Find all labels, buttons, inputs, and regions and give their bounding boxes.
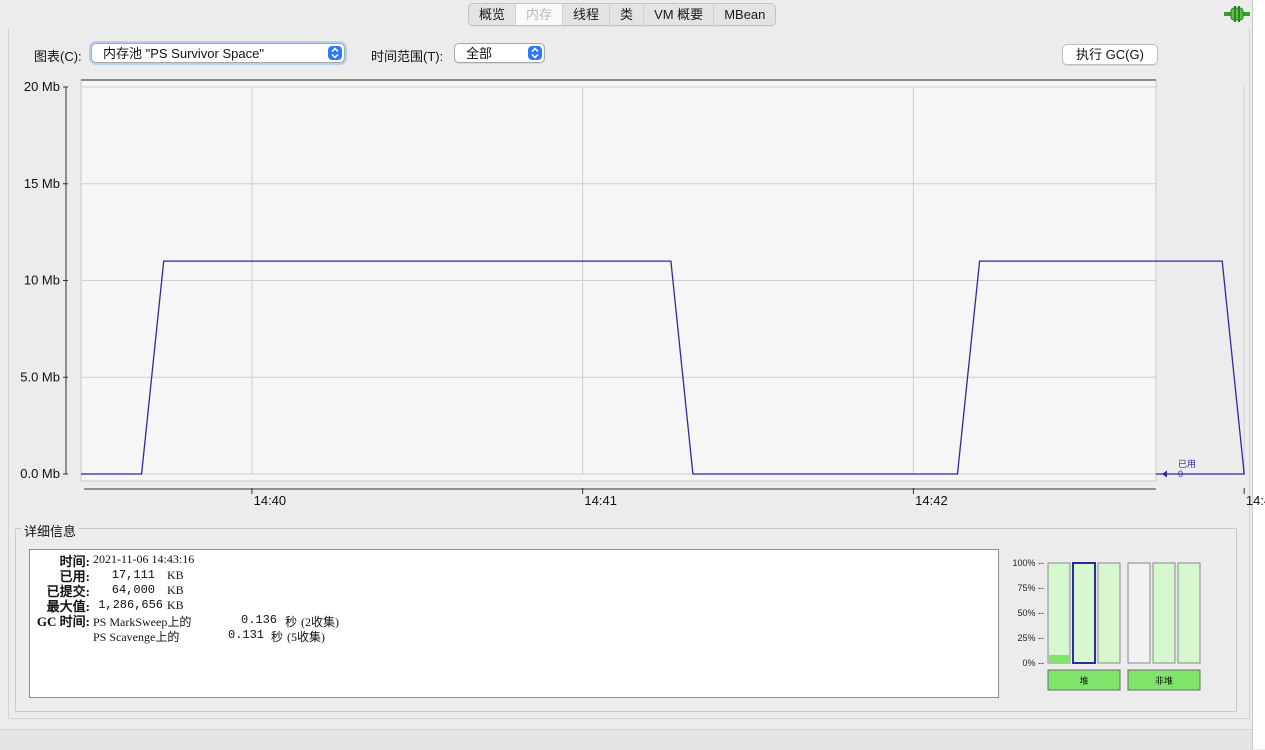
percent-tick-label: 75% -- <box>1017 583 1044 593</box>
heap-bar-fill <box>1049 655 1070 663</box>
detail-key-gc-time: GC 时间: <box>36 614 90 629</box>
legend-value: 0 <box>1178 469 1183 479</box>
bottom-strip <box>0 729 1252 750</box>
y-tick-label: 15 Mb <box>24 176 60 191</box>
gc-count-scavenge: (5收集) <box>287 630 325 644</box>
heap-label: 堆 <box>1079 676 1088 686</box>
percent-tick-label: 0% -- <box>1022 658 1044 668</box>
x-tick-label: 14:41 <box>584 493 617 508</box>
nonheap-bar <box>1127 562 1151 664</box>
nonheap-bar <box>1152 562 1176 664</box>
detail-unit-max: KB <box>167 598 184 612</box>
detail-value-committed: 64,000 <box>111 583 155 597</box>
heap-bar <box>1097 562 1121 664</box>
y-tick-label: 0.0 Mb <box>20 466 60 481</box>
y-tick-label: 20 Mb <box>24 79 60 94</box>
detail-value-max: 1,286,656 <box>98 598 163 612</box>
details-box: 时间: 2021-11-06 14:43:16 已用: 17,111 KB 已提… <box>29 549 999 698</box>
gc-unit-scavenge: 秒 <box>271 630 284 644</box>
x-tick-label: 14:40 <box>254 493 287 508</box>
gc-name-scavenge: PS Scavenge上的 <box>93 630 180 644</box>
legend-label: 已用 <box>1178 459 1196 469</box>
y-tick-label: 5.0 Mb <box>20 369 60 384</box>
heap-bar <box>1047 562 1071 664</box>
detail-unit-used: KB <box>167 568 184 582</box>
heap-bar <box>1072 562 1096 664</box>
detail-value-time: 2021-11-06 14:43:16 <box>93 552 195 566</box>
detail-value-used: 17,111 <box>111 568 155 582</box>
x-tick-label: 14:42 <box>915 493 948 508</box>
nonheap-bar <box>1177 562 1201 664</box>
legend-marker-icon <box>1162 470 1167 478</box>
percent-tick-label: 25% -- <box>1017 633 1044 643</box>
memory-chart: 20 Mb 15 Mb 10 Mb 5.0 Mb 0.0 Mb 14:40 14:41 14:… <box>20 79 1265 508</box>
detail-unit-committed: KB <box>167 583 184 597</box>
gc-time-marksweep: 0.136 <box>241 613 278 627</box>
y-tick-label: 10 Mb <box>24 273 60 288</box>
memory-usage-bars: 100% -- 75% -- 50% -- 25% -- 0% -- 堆 非堆 <box>1012 558 1201 691</box>
details-title: 详细信息 <box>21 521 80 540</box>
x-tick-label: 14:43 <box>1246 493 1265 508</box>
gc-time-scavenge: 0.131 <box>228 628 265 642</box>
nonheap-label: 非堆 <box>1155 675 1173 686</box>
percent-tick-label: 50% -- <box>1017 608 1044 618</box>
percent-tick-label: 100% -- <box>1012 558 1044 568</box>
